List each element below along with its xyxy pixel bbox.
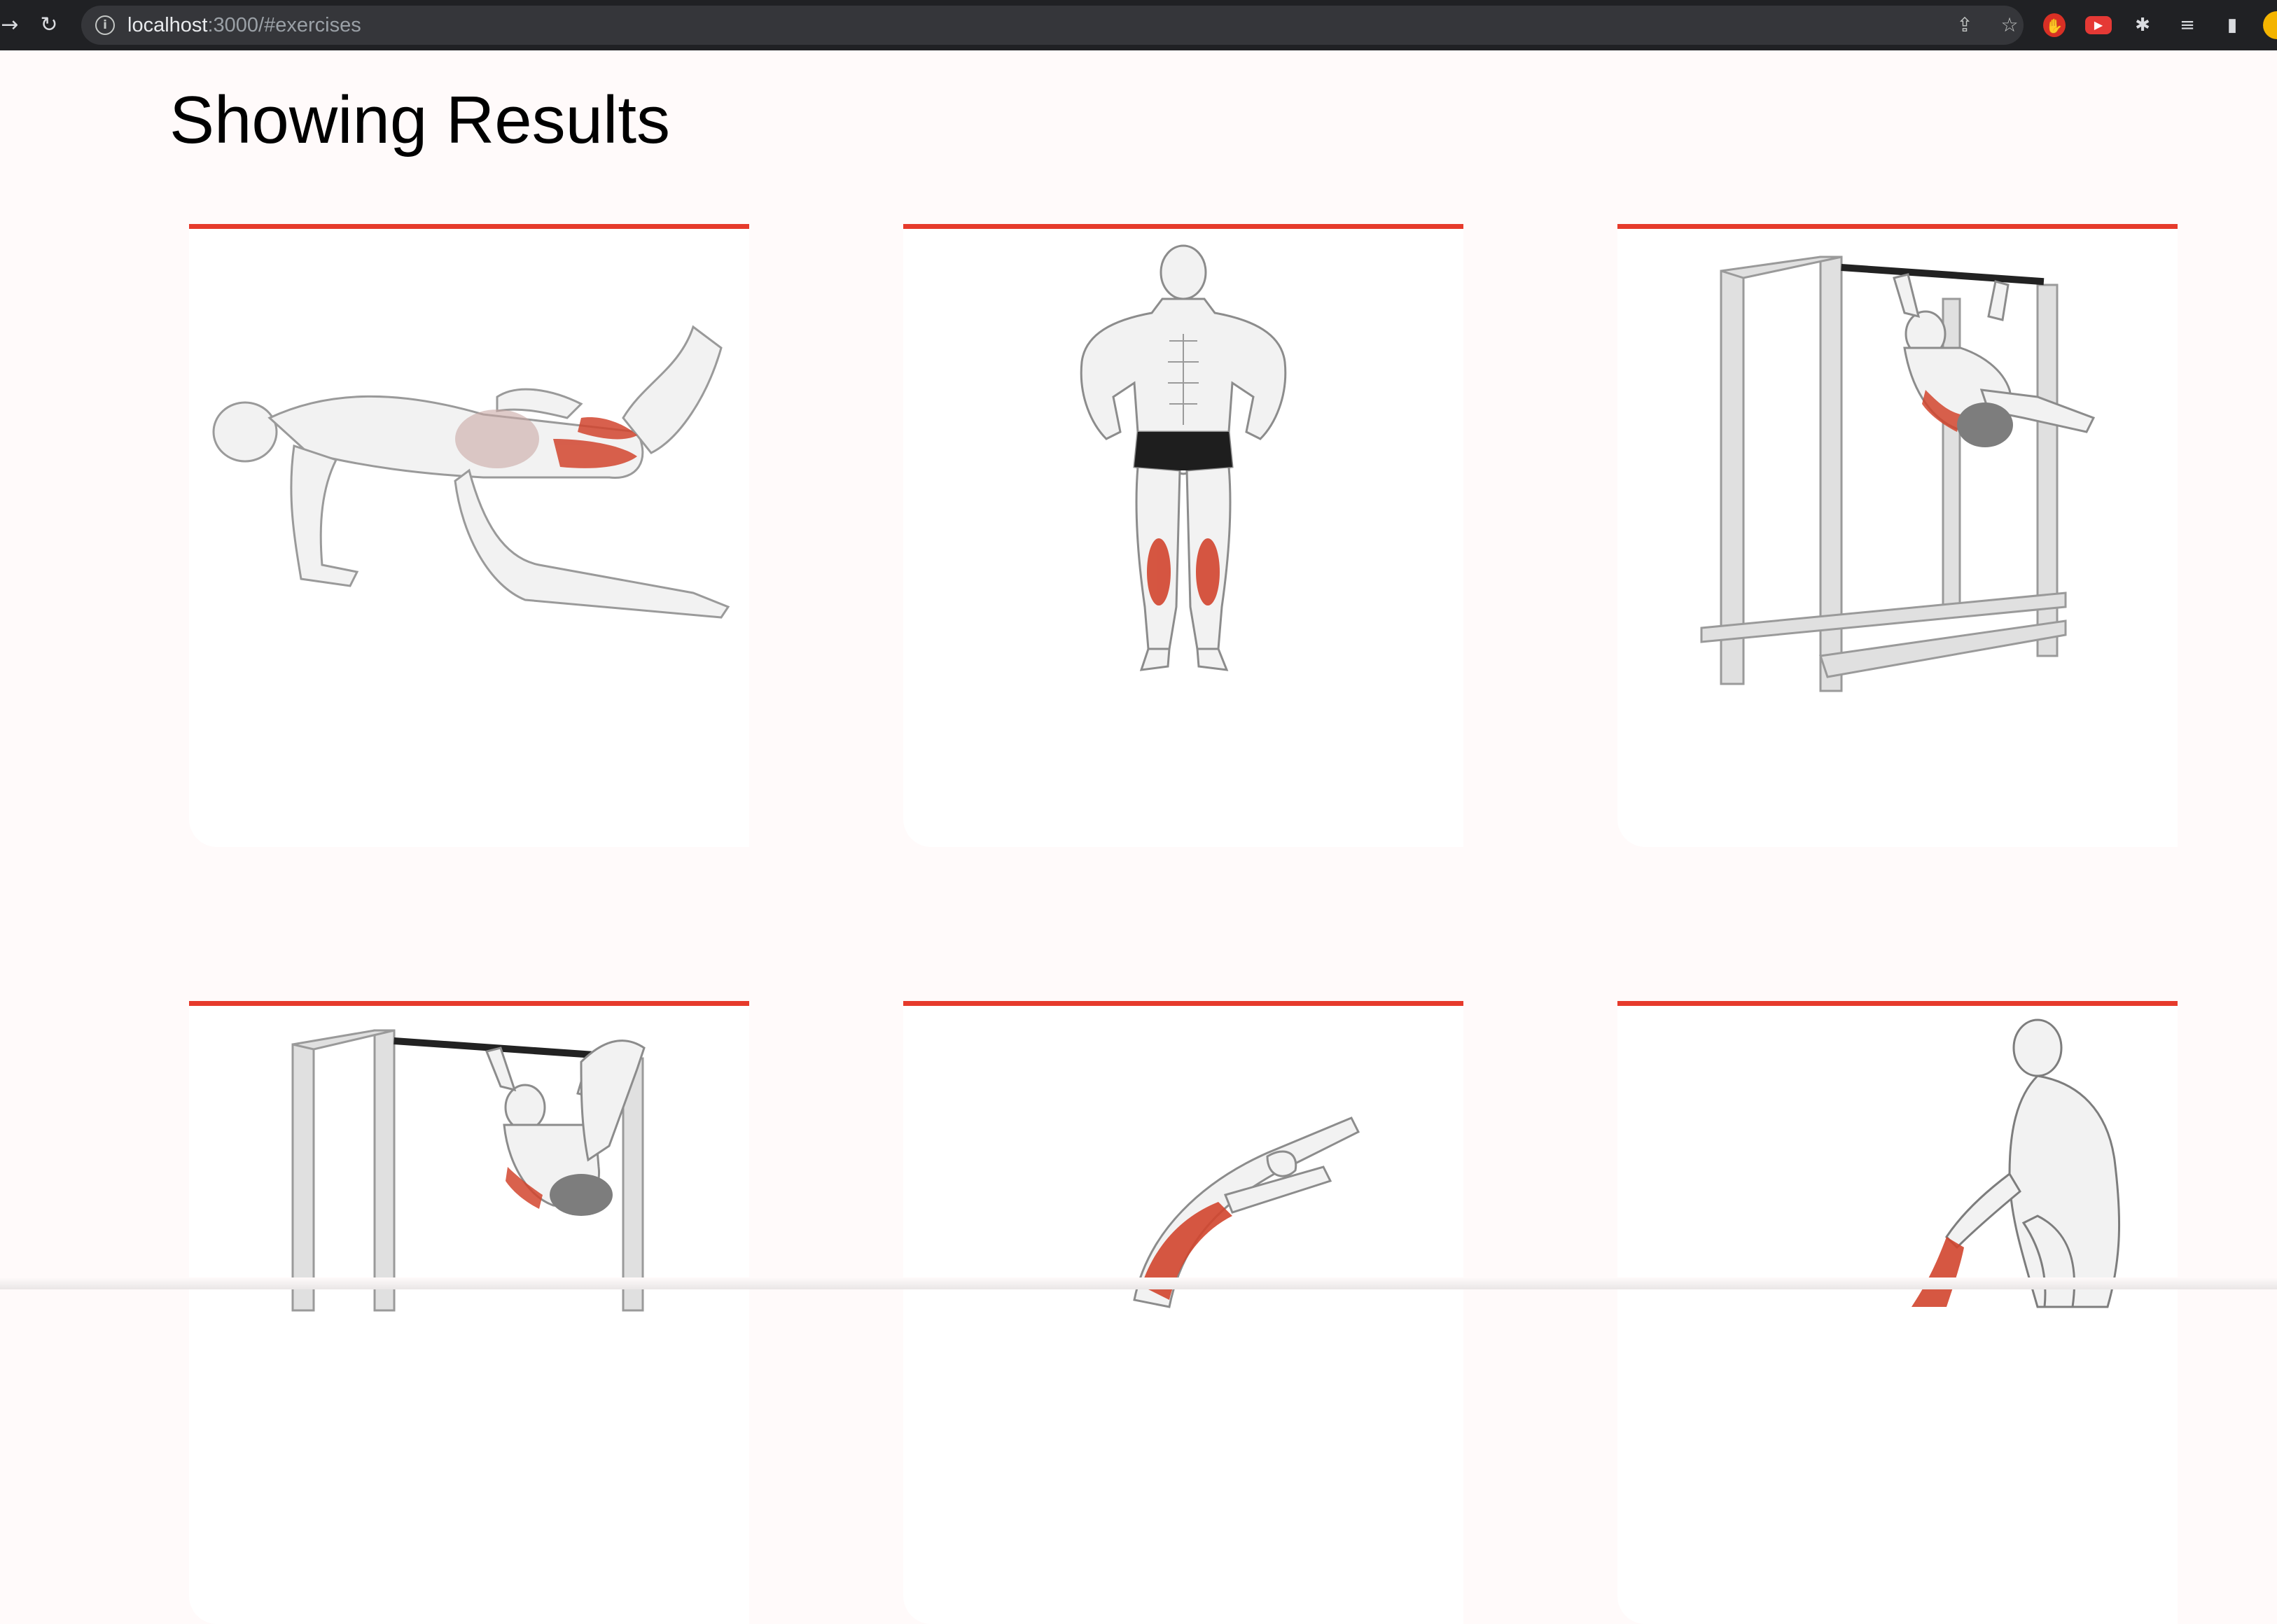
exercise-card[interactable] [189, 1001, 749, 1624]
star-icon[interactable]: ☆ [1997, 13, 2022, 38]
bottom-shadow [0, 1278, 2277, 1289]
puzzle-icon[interactable]: ✱ [2130, 13, 2155, 38]
page-title: Showing Results [169, 83, 671, 158]
exercise-card[interactable] [1617, 1001, 2178, 1624]
exercise-image [1080, 244, 1287, 671]
exercise-card[interactable] [903, 1001, 1463, 1624]
exercise-card[interactable] [1617, 224, 2178, 847]
reload-icon[interactable]: ↻ [35, 11, 63, 39]
exercise-image [212, 325, 730, 619]
exercise-card[interactable] [189, 224, 749, 847]
exercise-image [1700, 255, 2096, 692]
exercise-card[interactable] [903, 224, 1463, 847]
browser-toolbar: → ↻ i localhost:3000/#exercises ⇪ ☆ ✋ ▶ … [0, 0, 2277, 50]
reading-list-icon[interactable]: ≡ [2175, 13, 2200, 38]
url-text[interactable]: localhost:3000/#exercises [127, 14, 361, 36]
exercise-image [1912, 1018, 2121, 1308]
youtube-ext-icon[interactable]: ▶ [2085, 16, 2112, 34]
share-icon[interactable]: ⇪ [1952, 13, 1977, 38]
forward-arrow-icon[interactable]: → [0, 11, 24, 39]
info-icon[interactable]: i [95, 15, 115, 35]
side-panel-icon[interactable]: ▮ [2220, 13, 2245, 38]
exercise-image [291, 1029, 646, 1312]
address-bar[interactable]: i localhost:3000/#exercises ⇪ ☆ [81, 6, 2024, 45]
ublock-icon[interactable]: ✋ [2043, 13, 2066, 37]
profile-avatar-icon[interactable] [2263, 11, 2277, 39]
exercise-image [1133, 1116, 1360, 1308]
